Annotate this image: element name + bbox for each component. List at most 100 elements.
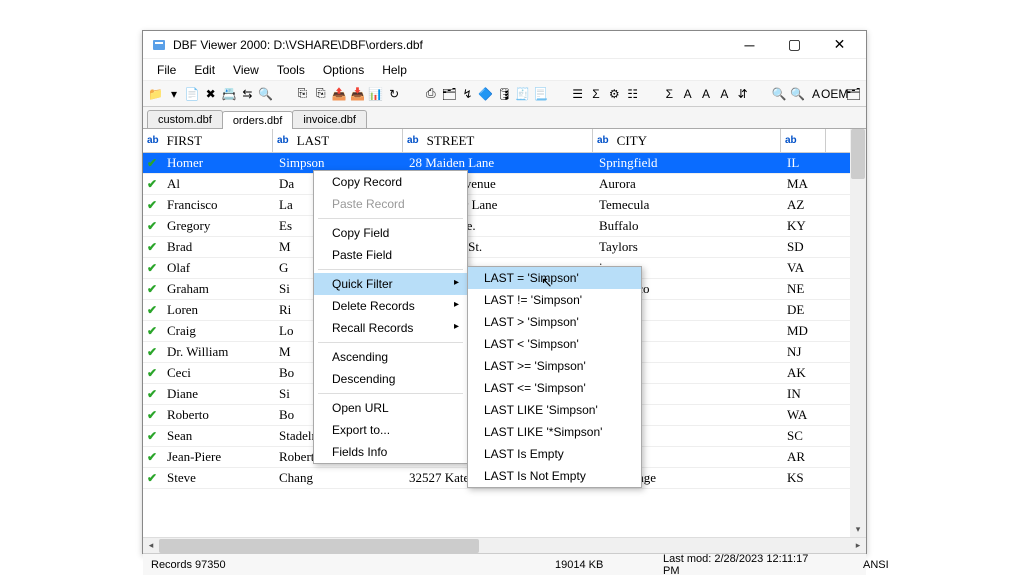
toolbar-button-2[interactable]: 📄 [184, 85, 201, 103]
menu-item-quick-filter[interactable]: Quick Filter [314, 273, 467, 295]
cell-first[interactable]: Brad [161, 239, 273, 255]
toolbar-button-20[interactable]: 🧾 [514, 85, 531, 103]
cell-first[interactable]: Sean [161, 428, 273, 444]
cell-state[interactable]: MA [781, 176, 826, 192]
cell-state[interactable]: KS [781, 470, 826, 486]
tab-invoice-dbf[interactable]: invoice.dbf [292, 110, 367, 128]
cell-first[interactable]: Craig [161, 323, 273, 339]
submenu-item[interactable]: LAST LIKE '*Simpson' [468, 421, 641, 443]
cell-state[interactable]: MD [781, 323, 826, 339]
scroll-left-arrow[interactable]: ◂ [143, 540, 159, 551]
cell-first[interactable]: Graham [161, 281, 273, 297]
toolbar-button-30[interactable]: A [697, 85, 714, 103]
cell-first[interactable]: Diane [161, 386, 273, 402]
menu-item-copy-record[interactable]: Copy Record [314, 171, 467, 193]
toolbar-button-13[interactable]: ↻ [385, 85, 402, 103]
cell-state[interactable]: NE [781, 281, 826, 297]
toolbar-button-18[interactable]: 🔷 [477, 85, 494, 103]
cell-state[interactable]: AZ [781, 197, 826, 213]
table-row[interactable]: ✔HomerSimpson28 Maiden LaneSpringfieldIL [143, 153, 866, 174]
submenu-item[interactable]: LAST >= 'Simpson' [468, 355, 641, 377]
toolbar-button-14[interactable] [404, 85, 421, 103]
submenu-item[interactable]: LAST != 'Simpson' [468, 289, 641, 311]
table-row[interactable]: ✔GregoryEsWeldon Ave.BuffaloKY [143, 216, 866, 237]
menu-tools[interactable]: Tools [269, 61, 313, 79]
toolbar-button-15[interactable]: ⎙ [422, 85, 439, 103]
quick-filter-submenu[interactable]: LAST = 'Simpson'LAST != 'Simpson'LAST > … [467, 266, 642, 488]
submenu-item[interactable]: LAST Is Empty [468, 443, 641, 465]
submenu-item[interactable]: LAST Is Not Empty [468, 465, 641, 487]
toolbar-button-37[interactable]: OEM [826, 85, 844, 103]
cell-state[interactable]: IL [781, 155, 826, 171]
toolbar-button-4[interactable]: 📇 [220, 85, 237, 103]
cell-first[interactable]: Loren [161, 302, 273, 318]
cell-city[interactable]: Temecula [593, 197, 781, 213]
toolbar-button-11[interactable]: 📥 [349, 85, 366, 103]
toolbar-button-16[interactable]: 🗂 [441, 85, 458, 103]
menu-item-ascending[interactable]: Ascending [314, 346, 467, 368]
toolbar-button-7[interactable] [275, 85, 292, 103]
cell-city[interactable]: Aurora [593, 176, 781, 192]
toolbar-button-5[interactable]: ⇆ [239, 85, 256, 103]
menu-item-copy-field[interactable]: Copy Field [314, 222, 467, 244]
toolbar-button-10[interactable]: 📤 [330, 85, 347, 103]
menu-view[interactable]: View [225, 61, 267, 79]
toolbar-button-8[interactable]: ⎘ [294, 85, 311, 103]
table-row[interactable]: ✔FranciscoLaStonecutter LaneTemeculaAZ [143, 195, 866, 216]
toolbar-button-0[interactable]: 📁 [147, 85, 164, 103]
submenu-item[interactable]: LAST LIKE 'Simpson' [468, 399, 641, 421]
column-header-last[interactable]: abLAST [273, 129, 403, 152]
cell-first[interactable]: Dr. William [161, 344, 273, 360]
scrollbar-thumb[interactable] [851, 129, 865, 179]
cell-first[interactable]: Al [161, 176, 273, 192]
menu-file[interactable]: File [149, 61, 184, 79]
tab-orders-dbf[interactable]: orders.dbf [222, 111, 294, 129]
toolbar-button-28[interactable]: Σ [661, 85, 678, 103]
cell-state[interactable]: DE [781, 302, 826, 318]
table-row[interactable]: ✔BradMW. Orange St.TaylorsSD [143, 237, 866, 258]
cell-city[interactable]: Springfield [593, 155, 781, 171]
cell-state[interactable]: AK [781, 365, 826, 381]
table-row[interactable]: ✔AlDaParkside AvenueAuroraMA [143, 174, 866, 195]
menu-item-recall-records[interactable]: Recall Records [314, 317, 467, 339]
toolbar-button-32[interactable]: ⇵ [734, 85, 751, 103]
toolbar-button-23[interactable]: ☰ [569, 85, 586, 103]
cell-first[interactable]: Roberto [161, 407, 273, 423]
toolbar-button-1[interactable]: ▾ [165, 85, 182, 103]
menu-item-descending[interactable]: Descending [314, 368, 467, 390]
cell-last[interactable]: Chang [273, 470, 403, 486]
context-menu[interactable]: Copy RecordPaste RecordCopy FieldPaste F… [313, 170, 468, 464]
cell-first[interactable]: Ceci [161, 365, 273, 381]
toolbar-button-17[interactable]: ↯ [459, 85, 476, 103]
vertical-scrollbar[interactable]: ▾ [850, 129, 866, 537]
cell-first[interactable]: Homer [161, 155, 273, 171]
cell-last[interactable]: Simpson [273, 155, 403, 171]
toolbar-button-34[interactable]: 🔍 [771, 85, 788, 103]
toolbar-button-31[interactable]: A [716, 85, 733, 103]
toolbar-button-27[interactable] [642, 85, 659, 103]
toolbar-button-21[interactable]: 📃 [532, 85, 549, 103]
cell-first[interactable]: Olaf [161, 260, 273, 276]
toolbar-button-22[interactable] [551, 85, 568, 103]
column-header-state[interactable]: ab [781, 129, 826, 152]
cell-state[interactable]: SC [781, 428, 826, 444]
tab-custom-dbf[interactable]: custom.dbf [147, 110, 223, 128]
submenu-item[interactable]: LAST < 'Simpson' [468, 333, 641, 355]
toolbar-button-9[interactable]: ⎘ [312, 85, 329, 103]
cell-first[interactable]: Francisco [161, 197, 273, 213]
menu-edit[interactable]: Edit [186, 61, 223, 79]
menu-help[interactable]: Help [374, 61, 415, 79]
toolbar-button-6[interactable]: 🔍 [257, 85, 274, 103]
column-header-first[interactable]: abFIRST [143, 129, 273, 152]
submenu-item[interactable]: LAST = 'Simpson' [468, 267, 641, 289]
cell-city[interactable]: Buffalo [593, 218, 781, 234]
menu-item-paste-field[interactable]: Paste Field [314, 244, 467, 266]
toolbar-button-38[interactable]: 🗂 [845, 85, 862, 103]
column-header-city[interactable]: abCITY [593, 129, 781, 152]
hscroll-track[interactable] [159, 538, 850, 554]
cell-street[interactable]: 28 Maiden Lane [403, 155, 593, 171]
toolbar-button-25[interactable]: ⚙ [606, 85, 623, 103]
menu-item-fields-info[interactable]: Fields Info [314, 441, 467, 463]
scrollbar-down-arrow[interactable]: ▾ [850, 521, 866, 537]
toolbar-button-3[interactable]: ✖ [202, 85, 219, 103]
